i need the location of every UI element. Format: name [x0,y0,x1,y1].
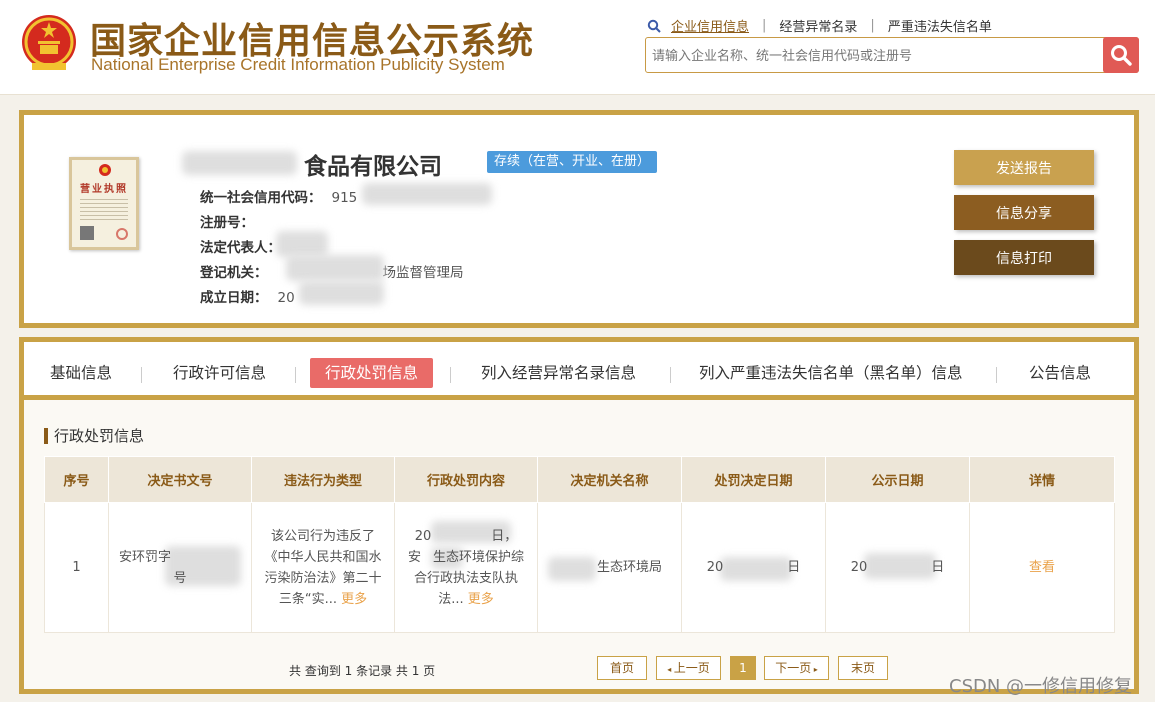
detail-card: 基础信息 行政许可信息 行政处罚信息 列入经营异常名录信息 列入严重违法失信名单… [19,337,1139,694]
col-header-publish-date: 公示日期 [825,456,970,503]
legal-rep-row: 法定代表人： [200,236,281,256]
license-title: 营业执照 [80,184,128,195]
business-license-thumbnail[interactable]: 营业执照 [69,157,139,250]
col-header-authority: 决定机关名称 [537,456,682,503]
license-qr-code [80,226,94,240]
col-header-violation: 违法行为类型 [251,456,395,503]
tab-announcements[interactable]: 公告信息 [1029,358,1091,388]
redacted-authority-name [548,557,596,581]
nav-separator: | [762,18,767,33]
cell-decision-date: 20 日 [681,502,826,633]
tab-admin-penalty[interactable]: 行政处罚信息 [310,358,434,388]
print-info-button[interactable]: 信息打印 [954,240,1094,275]
search-button[interactable] [1103,37,1139,73]
col-header-details: 详情 [969,456,1115,503]
magnifier-icon [647,19,661,33]
tab-abnormal-list[interactable]: 列入经营异常名录信息 [481,358,636,388]
col-header-index: 序号 [44,456,109,503]
pagination-summary: 共 查询到 1 条记录 共 1 页 [289,664,436,678]
redacted-credit-code [362,183,492,205]
search-icon [1111,45,1132,66]
tab-divider [141,367,142,383]
established-value: 20 [277,290,295,306]
penalty-table: 序号 决定书文号 违法行为类型 行政处罚内容 决定机关名称 处罚决定日期 公示日… [44,456,1115,633]
authority-value: 场监督管理局 [382,265,464,281]
nav-enterprise-credit[interactable]: 企业信用信息 [671,16,749,35]
established-row: 成立日期： 20 [200,286,295,306]
redacted-legal-rep [276,231,328,257]
view-details-link[interactable]: 查看 [1029,560,1055,575]
page-prev-label: 上一页 [673,661,710,675]
col-header-doc-no: 决定书文号 [108,456,252,503]
redacted-authority [286,255,384,281]
cell-index: 1 [44,502,109,633]
table-row: 1 安环罚字号 该公司行为违反了《中华人民共和国水污染防治法》第二十三条“实..… [44,502,1115,633]
redacted-publish-date [864,553,936,579]
chevron-right-icon: ▸ [811,665,818,674]
license-emblem-icon [99,164,111,176]
reg-no-row: 注册号： [200,211,254,231]
reg-no-label: 注册号： [200,215,254,231]
section-title: 行政处罚信息 [44,428,144,444]
page-current-button[interactable]: 1 [730,656,756,680]
credit-code-value: 915 [331,190,358,206]
col-header-content: 行政处罚内容 [394,456,538,503]
tab-bar: 基础信息 行政许可信息 行政处罚信息 列入经营异常名录信息 列入严重违法失信名单… [24,342,1134,400]
credit-code-row: 统一社会信用代码： 915 [200,186,357,206]
cell-publish-date: 20 日 [825,502,970,633]
license-lines [80,196,128,222]
established-label: 成立日期： [200,290,268,306]
tab-divider [295,367,296,383]
tab-blacklist[interactable]: 列入严重违法失信名单（黑名单）信息 [699,358,963,388]
tab-divider [670,367,671,383]
credit-code-label: 统一社会信用代码： [200,190,322,206]
nav-blacklist[interactable]: 严重违法失信名单 [888,16,992,35]
redacted-decision-date [720,557,792,581]
top-nav: 企业信用信息 | 经营异常名录 | 严重违法失信名单 [647,16,992,35]
authority-label: 登记机关： [200,265,268,281]
search-box [645,37,1139,73]
site-header: 国家企业信用信息公示系统 National Enterprise Credit … [0,0,1155,95]
site-title-english: National Enterprise Credit Information P… [91,55,505,74]
license-seal [116,228,128,240]
page-next-button[interactable]: 下一页 ▸ [764,656,829,680]
share-info-button[interactable]: 信息分享 [954,195,1094,230]
redacted-established-date [299,281,384,305]
page-last-button[interactable]: 末页 [838,656,888,680]
cell-details: 查看 [969,502,1115,633]
violation-more-link[interactable]: 更多 [341,592,367,607]
cell-violation: 该公司行为违反了《中华人民共和国水污染防治法》第二十三条“实... 更多 [251,502,395,633]
nav-abnormal-list[interactable]: 经营异常名录 [779,16,857,35]
cell-content: 20 日， 安生态环境保护综合行政执法支队执法... 更多 [394,502,538,633]
send-report-button[interactable]: 发送报告 [954,150,1094,185]
tab-divider [996,367,997,383]
company-name: 食品有限公司 [304,154,442,180]
tab-admin-license[interactable]: 行政许可信息 [173,358,266,388]
legal-rep-label: 法定代表人： [200,240,281,256]
content-more-link[interactable]: 更多 [468,592,494,607]
page-next-label: 下一页 [775,661,812,675]
cell-authority: 生态环境局 [537,502,682,633]
table-header-row: 序号 决定书文号 违法行为类型 行政处罚内容 决定机关名称 处罚决定日期 公示日… [44,456,1115,503]
company-info-card: 营业执照 食品有限公司 存续（在营、开业、在册） 统一社会信用代码： 915 注册… [19,110,1139,328]
national-emblem-icon [22,15,76,70]
col-header-decision-date: 处罚决定日期 [681,456,826,503]
cell-doc-no: 安环罚字号 [108,502,252,633]
page-prev-button[interactable]: ◂ 上一页 [656,656,721,680]
nav-separator: | [870,18,875,33]
tab-divider [450,367,451,383]
watermark: CSDN @一修信用修复 [949,676,1133,697]
page-first-button[interactable]: 首页 [597,656,647,680]
search-input[interactable] [652,45,1092,67]
tab-basic-info[interactable]: 基础信息 [50,358,112,388]
status-badge: 存续（在营、开业、在册） [487,151,658,173]
